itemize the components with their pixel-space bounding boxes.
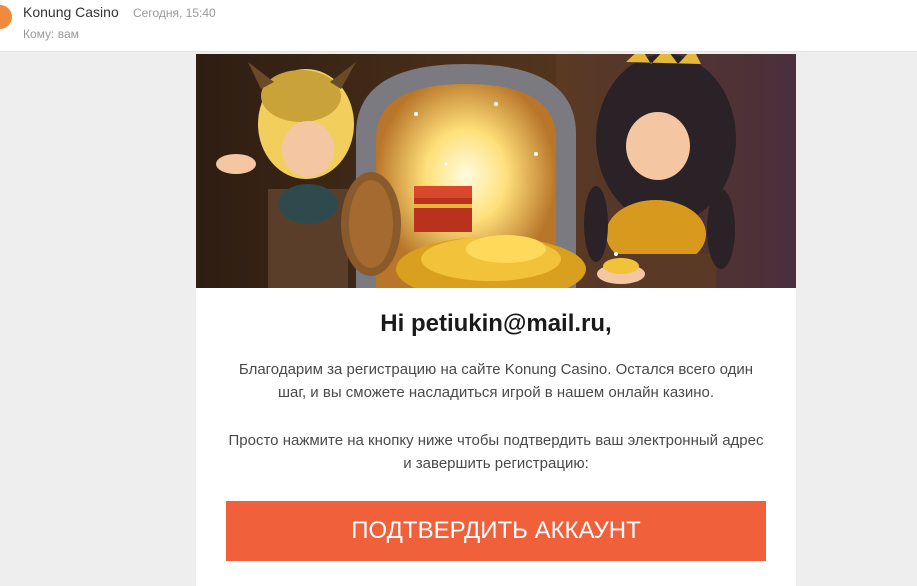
hero-banner-image [196,54,796,288]
confirm-account-button[interactable]: ПОДТВЕРДИТЬ АККАУНТ [226,501,766,561]
mail-date: Сегодня, 15:40 [133,6,216,20]
email-body: Hi petiukin@mail.ru, Благодарим за регис… [196,54,796,586]
mail-recipient: Кому: вам [23,27,79,41]
sender-avatar[interactable] [0,5,12,29]
greeting-heading: Hi petiukin@mail.ru, [380,310,612,337]
intro-paragraph: Благодарим за регистрацию на сайте Konun… [238,361,754,401]
sender-name[interactable]: Konung Casino [23,4,119,20]
instructions-paragraph: Просто нажмите на кнопку ниже чтобы подт… [228,432,764,472]
mail-header: Konung Casino Сегодня, 15:40 Кому: вам [0,0,917,52]
